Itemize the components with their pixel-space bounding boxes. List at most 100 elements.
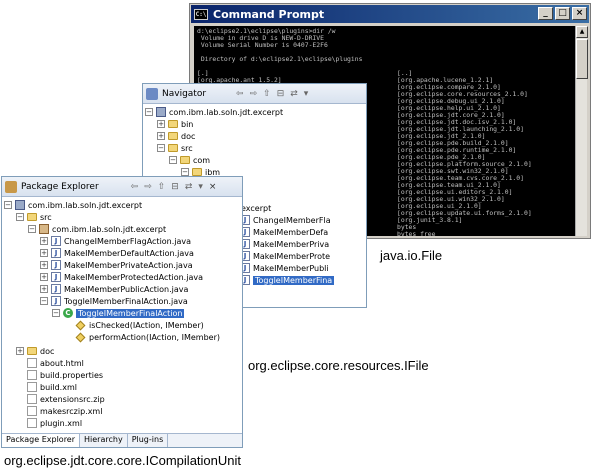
- up-folder-icon[interactable]: ⇧: [158, 182, 166, 192]
- tree-item[interactable]: J ToggleIMemberFina: [229, 274, 335, 286]
- tree-item[interactable]: − com.ibm.lab.soln.jdt.excerpt: [28, 223, 166, 235]
- expand-icon[interactable]: +: [40, 237, 48, 245]
- expand-icon[interactable]: +: [157, 132, 165, 140]
- tree-item[interactable]: + J MakeIMemberPublicAction.java: [40, 283, 188, 295]
- up-folder-icon[interactable]: ⇧: [263, 89, 271, 99]
- tree-item[interactable]: J MakeIMemberPubli: [229, 262, 329, 274]
- tree-item[interactable]: + doc: [16, 345, 54, 357]
- tree-item-label: MakeIMemberProte: [253, 251, 331, 261]
- tree-item[interactable]: plugin.xml: [16, 417, 82, 429]
- folder-icon: [168, 144, 178, 152]
- tree-item[interactable]: − com.ibm.lab.soln.jdt.excerpt: [145, 106, 283, 118]
- expand-icon[interactable]: +: [40, 273, 48, 281]
- collapse-icon[interactable]: −: [169, 156, 177, 164]
- collapse-icon[interactable]: −: [157, 144, 165, 152]
- tree-item[interactable]: about.html: [16, 357, 84, 369]
- tree-item[interactable]: + J MakeIMemberDefaultAction.java: [40, 247, 194, 259]
- link-editor-icon[interactable]: ⇄: [185, 182, 193, 192]
- package-explorer-tree[interactable]: − com.ibm.lab.soln.jdt.excerpt − src − com.ib…: [2, 198, 242, 433]
- tree-item[interactable]: + J MakeIMemberProtectedAction.java: [40, 271, 203, 283]
- tree-item[interactable]: extensionsrc.zip: [16, 393, 105, 405]
- collapse-all-icon[interactable]: ⊟: [277, 89, 285, 99]
- close-button[interactable]: ×: [572, 7, 587, 20]
- maximize-button[interactable]: □: [555, 7, 570, 20]
- java-file-icon: J: [51, 248, 61, 258]
- package-explorer-view[interactable]: Package Explorer ⇦ ⇨ ⇧ ⊟ ⇄ ▾ × − com.ibm.…: [1, 176, 243, 448]
- tree-item[interactable]: J MakeIMemberDefa: [229, 226, 328, 238]
- tree-item-label: ToggleIMemberFinalAction.java: [64, 296, 188, 306]
- expand-icon[interactable]: +: [40, 261, 48, 269]
- expand-icon[interactable]: +: [40, 249, 48, 257]
- caption-java-io-file: java.io.File: [380, 248, 443, 263]
- collapse-icon[interactable]: −: [16, 213, 24, 221]
- collapse-icon[interactable]: −: [52, 309, 60, 317]
- tree-item[interactable]: performAction(IAction, IMember): [64, 331, 220, 343]
- tree-item[interactable]: + bin: [157, 118, 193, 130]
- tab-package-explorer[interactable]: Package Explorer: [2, 434, 81, 447]
- file-icon: [27, 418, 37, 428]
- tree-item[interactable]: + J ChangeIMemberFlagAction.java: [40, 235, 191, 247]
- tree-item-label: doc: [181, 131, 196, 141]
- tree-item-label: bin: [181, 119, 194, 129]
- tree-item-label: performAction(IAction, IMember): [89, 332, 221, 342]
- view-tabs: Package Explorer Hierarchy Plug-ins: [2, 433, 242, 447]
- method-icon: [75, 320, 86, 330]
- tab-hierarchy[interactable]: Hierarchy: [80, 434, 128, 447]
- tree-item[interactable]: − src: [16, 211, 52, 223]
- tree-item[interactable]: − J ToggleIMemberFinalAction.java: [40, 295, 188, 307]
- collapse-icon[interactable]: −: [40, 297, 48, 305]
- back-arrow-icon[interactable]: ⇦: [131, 182, 139, 192]
- navigator-title: Navigator: [162, 88, 207, 99]
- tree-item[interactable]: + J MakeIMemberPrivateAction.java: [40, 259, 193, 271]
- tree-item-label: MakeIMemberProtectedAction.java: [64, 272, 203, 282]
- java-file-icon: J: [51, 272, 61, 282]
- minimize-button[interactable]: _: [538, 7, 553, 20]
- tree-item-label: MakeIMemberDefa: [253, 227, 329, 237]
- tree-item-label: doc: [40, 346, 55, 356]
- link-editor-icon[interactable]: ⇄: [290, 89, 298, 99]
- expand-icon[interactable]: +: [157, 120, 165, 128]
- navigator-header: Navigator ⇦ ⇨ ⇧ ⊟ ⇄ ▾: [143, 84, 366, 104]
- tree-item-label: makesrczip.xml: [40, 406, 103, 416]
- tree-item[interactable]: − com: [169, 154, 210, 166]
- method-icon: [75, 332, 86, 342]
- tree-item[interactable]: J MakeIMemberProte: [229, 250, 330, 262]
- tree-item[interactable]: + doc: [157, 130, 195, 142]
- collapse-icon[interactable]: −: [145, 108, 153, 116]
- tree-item[interactable]: build.xml: [16, 381, 77, 393]
- collapse-all-icon[interactable]: ⊟: [171, 182, 179, 192]
- tree-item-label: com.ibm.lab.soln.jdt.excerpt: [28, 200, 143, 210]
- view-menu-icon[interactable]: ▾: [304, 89, 309, 99]
- tree-item[interactable]: − com.ibm.lab.soln.jdt.excerpt: [4, 199, 142, 211]
- collapse-icon[interactable]: −: [181, 168, 189, 176]
- back-arrow-icon[interactable]: ⇦: [236, 89, 244, 99]
- folder-icon: [192, 168, 202, 176]
- forward-arrow-icon[interactable]: ⇨: [144, 182, 152, 192]
- tree-item-label: excerpt: [241, 203, 272, 213]
- tree-item[interactable]: makesrczip.xml: [16, 405, 102, 417]
- project-icon: [15, 200, 25, 210]
- tab-plug-ins[interactable]: Plug-ins: [128, 434, 169, 447]
- package-explorer-title: Package Explorer: [21, 181, 99, 192]
- tree-item[interactable]: J MakeIMemberPriva: [229, 238, 329, 250]
- cmd-scrollbar[interactable]: ▲: [575, 26, 588, 236]
- tree-item[interactable]: − C ToggleIMemberFinalAction: [52, 307, 185, 319]
- tree-item[interactable]: J ChangeIMemberFla: [229, 214, 331, 226]
- tree-item-label: build.xml: [40, 382, 77, 392]
- scroll-up-arrow-icon[interactable]: ▲: [576, 26, 588, 38]
- collapse-icon[interactable]: −: [4, 201, 12, 209]
- tree-item[interactable]: − src: [157, 142, 193, 154]
- tree-item-label: MakeIMemberPubli: [253, 263, 329, 273]
- collapse-icon[interactable]: −: [28, 225, 36, 233]
- cmd-title-bar[interactable]: C:\ Command Prompt _ □ ×: [191, 5, 589, 23]
- forward-arrow-icon[interactable]: ⇨: [250, 89, 258, 99]
- view-menu-icon[interactable]: ▾: [198, 182, 203, 192]
- tree-item[interactable]: isChecked(IAction, IMember): [64, 319, 204, 331]
- tree-item[interactable]: build.properties: [16, 369, 103, 381]
- expand-icon[interactable]: +: [40, 285, 48, 293]
- expand-icon[interactable]: +: [16, 347, 24, 355]
- caption-ifile: org.eclipse.core.resources.IFile: [248, 358, 429, 373]
- tree-item-label: extensionsrc.zip: [40, 394, 105, 404]
- scroll-thumb[interactable]: [576, 39, 588, 79]
- close-view-icon[interactable]: ×: [209, 182, 217, 192]
